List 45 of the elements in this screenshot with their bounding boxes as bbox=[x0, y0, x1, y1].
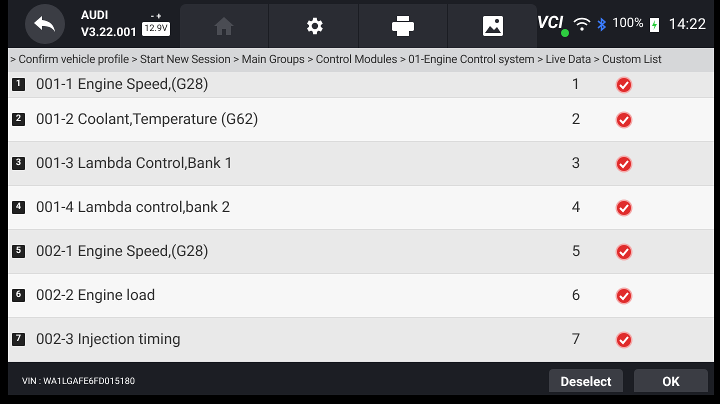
dialog-button[interactable]: OK bbox=[634, 369, 708, 392]
back-button[interactable] bbox=[24, 4, 64, 44]
battery-voltage-indicator: - + 12.9V bbox=[141, 12, 171, 36]
breadcrumb: > Confirm vehicle profile > Start New Session > Main Groups > Control Modules > 01-Engine Control system > Live Data > Custom List bbox=[9, 51, 662, 68]
order-number: 5 bbox=[570, 241, 582, 262]
row-number-badge: 5 bbox=[12, 245, 25, 258]
parameter-label[interactable]: 002-2 Engine load bbox=[36, 284, 556, 307]
vci-logo: VCI bbox=[536, 11, 568, 37]
vin-number: VIN : WA1LGAFE6FD015180 bbox=[22, 376, 135, 389]
order-number: 1 bbox=[570, 74, 582, 96]
battery-percentage: 100% bbox=[612, 15, 644, 34]
checked-checkbox[interactable] bbox=[615, 110, 633, 128]
bluetooth-icon bbox=[597, 16, 606, 32]
checked-checkbox[interactable] bbox=[615, 154, 633, 172]
order-number: 7 bbox=[570, 329, 582, 350]
row-number-badge: 3 bbox=[12, 157, 25, 170]
order-number: 4 bbox=[570, 197, 582, 218]
dialog-button[interactable]: Deselect bbox=[549, 369, 623, 392]
row-number-badge: 2 bbox=[12, 113, 25, 126]
order-number: 2 bbox=[570, 109, 582, 130]
vehicle-brand: AUDI bbox=[81, 7, 110, 24]
image-icon[interactable] bbox=[482, 16, 503, 36]
clock: 14:22 bbox=[668, 14, 706, 35]
parameter-label[interactable]: 002-1 Engine Speed,(G28) bbox=[36, 240, 556, 263]
checked-checkbox[interactable] bbox=[615, 76, 633, 94]
row-number-badge: 7 bbox=[12, 333, 25, 346]
row-number-badge: 4 bbox=[12, 201, 25, 214]
checked-checkbox[interactable] bbox=[615, 242, 633, 260]
software-version: V3.22.001 bbox=[81, 24, 138, 41]
parameter-label[interactable]: 001-2 Coolant,Temperature (G62) bbox=[36, 108, 556, 131]
back-arrow-icon bbox=[34, 16, 56, 32]
parameter-label[interactable]: 002-3 Injection timing bbox=[36, 328, 556, 351]
wifi-icon bbox=[573, 17, 592, 31]
parameter-label[interactable]: 001-1 Engine Speed,(G28) bbox=[36, 73, 556, 96]
checked-checkbox[interactable] bbox=[615, 286, 633, 304]
battery-charging-icon bbox=[650, 16, 659, 32]
checked-checkbox[interactable] bbox=[615, 198, 633, 216]
order-number: 6 bbox=[570, 285, 582, 306]
parameter-label[interactable]: 001-3 Lambda Control,Bank 1 bbox=[36, 152, 556, 175]
order-number: 3 bbox=[570, 153, 582, 174]
checked-checkbox[interactable] bbox=[615, 330, 633, 348]
printer-icon[interactable] bbox=[392, 16, 414, 36]
parameter-label[interactable]: 001-4 Lambda control,bank 2 bbox=[36, 196, 556, 219]
row-number-badge: 1 bbox=[12, 78, 25, 91]
row-number-badge: 6 bbox=[12, 289, 25, 302]
